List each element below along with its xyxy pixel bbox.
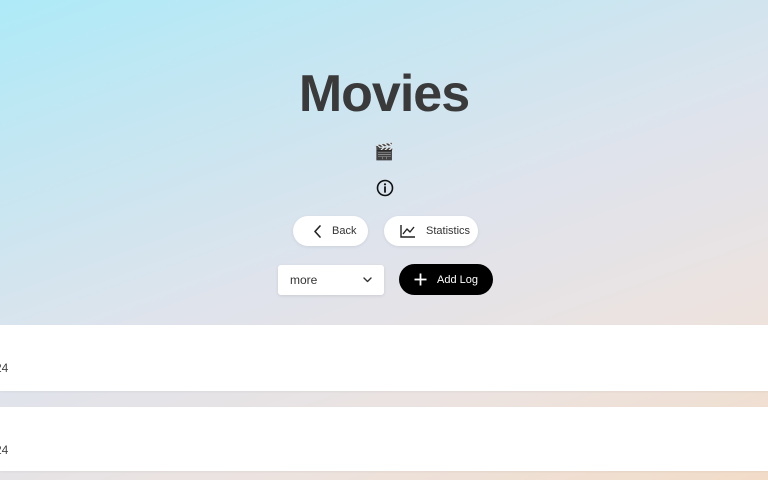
log-card[interactable]: 24 [0,325,768,391]
add-log-button[interactable]: Add Log [399,264,493,295]
log-card[interactable]: 24 [0,407,768,471]
log-date: 24 [0,443,9,457]
plus-icon [414,273,427,286]
back-button[interactable]: Back [293,216,368,246]
line-chart-icon [400,225,415,238]
filter-select[interactable]: more [278,265,384,295]
statistics-button[interactable]: Statistics [384,216,478,246]
log-date: 24 [0,361,9,375]
filter-select-value: more [290,273,318,287]
add-log-button-label: Add Log [437,273,478,286]
page-title: Movies [298,65,470,123]
info-icon[interactable] [376,179,394,197]
back-button-label: Back [332,225,357,237]
chevron-down-icon [363,277,372,283]
movie-clapper-icon: 🎬 [374,144,394,161]
statistics-button-label: Statistics [426,225,471,237]
chevron-left-icon [314,224,321,238]
